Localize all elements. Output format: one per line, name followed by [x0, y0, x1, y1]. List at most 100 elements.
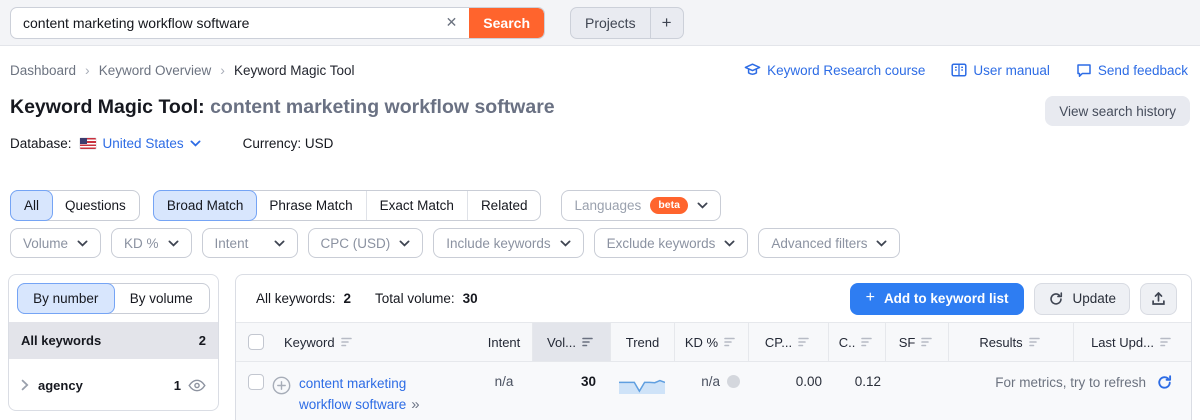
- column-header-trend: Trend: [610, 323, 674, 361]
- chevron-down-icon: [274, 240, 285, 247]
- advanced-filters[interactable]: Advanced filters: [758, 228, 901, 258]
- keyword-cell: content marketing workflow software»: [272, 374, 476, 415]
- by-number-toggle[interactable]: By number: [17, 283, 115, 314]
- database-selector[interactable]: United States: [103, 136, 201, 151]
- projects-group: Projects +: [570, 6, 684, 39]
- intent-cell: n/a: [476, 374, 532, 389]
- column-label: Intent: [487, 334, 521, 350]
- match-type-tabs: All Questions Broad Match Phrase Match E…: [10, 190, 721, 221]
- refresh-icon[interactable]: [1156, 374, 1173, 391]
- languages-label: Languages: [574, 198, 642, 213]
- chevron-down-icon: [77, 240, 88, 247]
- group-count: 2: [198, 333, 206, 348]
- projects-button[interactable]: Projects: [571, 8, 650, 38]
- column-header-last-update[interactable]: Last Upd...: [1073, 323, 1191, 361]
- column-label: Keyword: [284, 334, 335, 350]
- column-header-intent[interactable]: Intent: [476, 323, 532, 361]
- keyword-link[interactable]: content marketing workflow software»: [299, 374, 435, 415]
- column-label: SF: [898, 334, 916, 350]
- kd-indicator-dot: [727, 375, 740, 388]
- search-input[interactable]: [11, 7, 434, 38]
- column-label: C..: [838, 334, 856, 350]
- user-manual-link[interactable]: User manual: [951, 63, 1050, 78]
- column-header-results[interactable]: Results: [948, 323, 1073, 361]
- volume-filter[interactable]: Volume: [10, 228, 102, 258]
- page-title: Keyword Magic Tool: content marketing wo…: [10, 96, 555, 119]
- tab-related[interactable]: Related: [468, 191, 541, 220]
- keyword-research-course-link[interactable]: Keyword Research course: [744, 63, 925, 78]
- tab-phrase-match[interactable]: Phrase Match: [256, 191, 367, 220]
- top-search-bar: ✕ Search Projects +: [0, 0, 1200, 46]
- export-button[interactable]: [1140, 282, 1177, 315]
- add-project-button[interactable]: +: [649, 7, 683, 38]
- breadcrumb: Dashboard › Keyword Overview › Keyword M…: [10, 62, 355, 78]
- sort-icon: [724, 337, 738, 347]
- metrics-note-cell: For metrics, try to refresh: [885, 374, 1191, 391]
- group-label: agency: [38, 377, 83, 393]
- sort-toggle: By number By volume: [17, 283, 210, 314]
- metrics-note-text: For metrics, try to refresh: [995, 375, 1146, 390]
- kd-value: n/a: [701, 374, 720, 389]
- filter-label: Include keywords: [446, 235, 551, 251]
- column-header-competition[interactable]: C..: [828, 323, 885, 361]
- chevron-down-icon: [724, 240, 735, 247]
- intent-value: n/a: [494, 374, 514, 389]
- sort-icon: [921, 337, 935, 347]
- plus-icon: +: [865, 289, 875, 306]
- competition-cell: 0.12: [828, 374, 885, 389]
- page-title-query: content marketing workflow software: [210, 96, 555, 118]
- column-header-volume[interactable]: Vol...: [532, 323, 610, 361]
- open-keyword-icon[interactable]: »: [411, 396, 419, 413]
- column-label: KD %: [684, 334, 719, 350]
- select-all-checkbox[interactable]: [248, 334, 264, 350]
- eye-icon[interactable]: [188, 379, 206, 392]
- languages-dropdown[interactable]: Languages beta: [561, 190, 721, 221]
- sort-icon: [798, 337, 812, 347]
- agency-group-row[interactable]: agency 1: [9, 359, 218, 410]
- trend-cell: [610, 374, 674, 394]
- tab-questions[interactable]: Questions: [52, 191, 139, 220]
- trend-sparkline: [619, 379, 665, 394]
- tab-exact-match[interactable]: Exact Match: [367, 191, 468, 220]
- breadcrumb-keyword-overview[interactable]: Keyword Overview: [99, 63, 212, 78]
- us-flag-icon: [79, 138, 96, 149]
- row-checkbox[interactable]: [248, 374, 264, 390]
- results-card: All keywords: 2 Total volume: 30 + Add t…: [235, 274, 1192, 420]
- database-label: Database:: [10, 136, 72, 151]
- row-select-cell: [236, 374, 272, 390]
- tab-broad-match[interactable]: Broad Match: [152, 190, 258, 221]
- database-value: United States: [102, 136, 184, 151]
- update-button[interactable]: Update: [1034, 282, 1130, 315]
- total-volume-label: Total volume:: [375, 291, 455, 306]
- by-volume-toggle[interactable]: By volume: [114, 284, 210, 313]
- add-to-keyword-list-button[interactable]: + Add to keyword list: [849, 282, 1025, 315]
- kd-filter[interactable]: KD %: [111, 228, 192, 258]
- add-to-keyword-list-label: Add to keyword list: [883, 291, 1009, 306]
- include-keywords-filter[interactable]: Include keywords: [433, 228, 584, 258]
- search-button[interactable]: Search: [469, 7, 544, 38]
- search-box: ✕ Search: [10, 6, 545, 39]
- intent-filter[interactable]: Intent: [201, 228, 298, 258]
- cpc-filter[interactable]: CPC (USD): [307, 228, 424, 258]
- results-summary-bar: All keywords: 2 Total volume: 30 + Add t…: [236, 275, 1191, 322]
- column-header-kd[interactable]: KD %: [674, 323, 748, 361]
- column-header-cpc[interactable]: CP...: [748, 323, 828, 361]
- view-search-history-button[interactable]: View search history: [1045, 96, 1190, 126]
- column-header-sf[interactable]: SF: [885, 323, 948, 361]
- all-keywords-group-row[interactable]: All keywords 2: [9, 322, 218, 359]
- chevron-down-icon: [190, 140, 201, 147]
- breadcrumb-dashboard[interactable]: Dashboard: [10, 63, 76, 78]
- column-header-keyword[interactable]: Keyword: [272, 323, 476, 361]
- tab-all[interactable]: All: [10, 190, 54, 221]
- quick-link-label: User manual: [973, 62, 1050, 78]
- currency-text: Currency: USD: [243, 136, 334, 151]
- quick-links: Keyword Research course User manual Send…: [744, 63, 1188, 78]
- table-header-row: Keyword Intent Vol... Trend KD % CP... C…: [236, 322, 1191, 362]
- scope-tab-group: All Questions: [10, 190, 140, 221]
- group-count: 1: [173, 377, 181, 393]
- send-feedback-link[interactable]: Send feedback: [1076, 63, 1188, 78]
- plus-circle-icon[interactable]: [272, 376, 291, 395]
- match-tab-group: Broad Match Phrase Match Exact Match Rel…: [152, 190, 542, 221]
- clear-search-icon[interactable]: ✕: [434, 8, 470, 38]
- exclude-keywords-filter[interactable]: Exclude keywords: [593, 228, 749, 258]
